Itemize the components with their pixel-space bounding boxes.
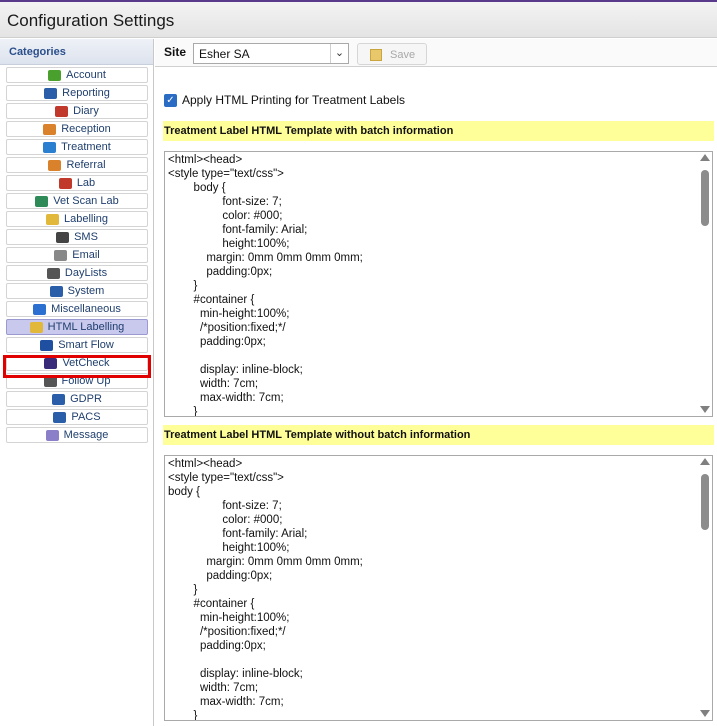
sidebar-item-account[interactable]: Account	[6, 67, 148, 83]
sidebar-item-label: Email	[72, 249, 100, 261]
window-title: Configuration Settings	[7, 11, 175, 30]
scrollbar-thumb[interactable]	[701, 170, 709, 226]
with-batch-header: Treatment Label HTML Template with batch…	[163, 121, 714, 141]
sidebar-item-label: Reporting	[62, 87, 110, 99]
sidebar-item-message[interactable]: Message	[6, 427, 148, 443]
diary-icon	[55, 105, 69, 117]
with-batch-template-text[interactable]: <html><head> <style type="text/css"> bod…	[168, 153, 363, 416]
sidebar-item-label: Vet Scan Lab	[53, 195, 119, 207]
sidebar-item-label: Message	[63, 429, 109, 441]
without-batch-scrollbar[interactable]	[698, 456, 712, 720]
sidebar-item-treatment[interactable]: Treatment	[6, 139, 148, 155]
sidebar-item-label: Labelling	[63, 213, 109, 225]
site-select-value: Esher SA	[199, 47, 250, 61]
scroll-up-icon[interactable]	[700, 154, 710, 161]
reception-icon	[43, 123, 57, 135]
email-icon	[54, 249, 68, 261]
sidebar-item-vet-scan-lab[interactable]: Vet Scan Lab	[6, 193, 148, 209]
sidebar-item-labelling[interactable]: Labelling	[6, 211, 148, 227]
floppy-disk-icon	[370, 49, 382, 61]
sidebar-item-lab[interactable]: Lab	[6, 175, 148, 191]
smart-flow-icon	[40, 339, 54, 351]
sidebar-item-referral[interactable]: Referral	[6, 157, 148, 173]
sidebar-item-miscellaneous[interactable]: Miscellaneous	[6, 301, 148, 317]
selection-highlight	[3, 355, 151, 378]
site-label: Site	[164, 45, 187, 59]
apply-html-printing-label: Apply HTML Printing for Treatment Labels	[182, 93, 405, 107]
info-icon	[33, 303, 47, 315]
without-batch-header: Treatment Label HTML Template without ba…	[163, 425, 714, 445]
categories-sidebar: Categories Account Reporting Diary Receptio…	[0, 39, 154, 726]
sidebar-item-label: Smart Flow	[58, 339, 114, 351]
sidebar-item-label: GDPR	[70, 393, 102, 405]
without-batch-template-text[interactable]: <html><head> <style type="text/css"> bod…	[168, 457, 363, 720]
scroll-down-icon[interactable]	[700, 710, 710, 717]
apply-html-printing-row: ✓ Apply HTML Printing for Treatment Labe…	[164, 92, 405, 108]
sidebar-item-label: System	[67, 285, 105, 297]
sidebar-item-label: Lab	[76, 177, 96, 189]
referral-icon	[48, 159, 62, 171]
sidebar-item-email[interactable]: Email	[6, 247, 148, 263]
sidebar-item-label: Diary	[73, 105, 99, 117]
vet-scan-lab-icon	[35, 195, 49, 207]
sidebar-item-label: Reception	[61, 123, 111, 135]
reporting-icon	[44, 87, 58, 99]
apply-html-printing-checkbox[interactable]: ✓	[164, 93, 177, 107]
sidebar-item-label: Miscellaneous	[51, 303, 121, 315]
sidebar-item-gdpr[interactable]: GDPR	[6, 391, 148, 407]
with-batch-scrollbar[interactable]	[698, 152, 712, 416]
settings-panel: Site Esher SA ⌄ Save ✓ Apply HTML Printi…	[155, 39, 717, 726]
sidebar-item-label: SMS	[74, 231, 98, 243]
gdpr-icon	[52, 393, 66, 405]
title-bar: Configuration Settings	[0, 2, 717, 38]
sidebar-item-label: Referral	[66, 159, 106, 171]
sidebar-item-label: Treatment	[61, 141, 111, 153]
sidebar-item-system[interactable]: System	[6, 283, 148, 299]
site-select[interactable]: Esher SA ⌄	[193, 43, 349, 64]
save-button[interactable]: Save	[357, 43, 427, 65]
sidebar-item-pacs[interactable]: PACS	[6, 409, 148, 425]
sidebar-item-reception[interactable]: Reception	[6, 121, 148, 137]
system-icon	[49, 285, 63, 297]
with-batch-template-editor[interactable]: <html><head> <style type="text/css"> bod…	[164, 151, 713, 417]
account-icon	[48, 69, 62, 81]
pacs-icon	[53, 411, 67, 423]
sidebar-item-sms[interactable]: SMS	[6, 229, 148, 245]
lab-icon	[58, 177, 72, 189]
labelling-icon	[45, 213, 59, 225]
daylists-icon	[46, 267, 60, 279]
sidebar-item-daylists[interactable]: DayLists	[6, 265, 148, 281]
scroll-up-icon[interactable]	[700, 458, 710, 465]
treatment-icon	[43, 141, 57, 153]
sidebar-item-diary[interactable]: Diary	[6, 103, 148, 119]
site-toolbar: Site Esher SA ⌄ Save	[155, 39, 717, 67]
chevron-down-icon[interactable]: ⌄	[330, 44, 348, 63]
categories-list: Account Reporting Diary Reception Treatment R…	[6, 67, 148, 445]
sidebar-item-html-labelling[interactable]: HTML Labelling	[6, 319, 148, 335]
labelling-icon	[29, 321, 43, 333]
without-batch-template-editor[interactable]: <html><head> <style type="text/css"> bod…	[164, 455, 713, 721]
sidebar-item-label: PACS	[71, 411, 101, 423]
sidebar-item-label: HTML Labelling	[47, 321, 125, 333]
sidebar-item-label: DayLists	[64, 267, 108, 279]
sidebar-item-smart-flow[interactable]: Smart Flow	[6, 337, 148, 353]
save-button-label: Save	[390, 49, 416, 61]
sms-icon	[56, 231, 70, 243]
scrollbar-thumb[interactable]	[701, 474, 709, 530]
scroll-down-icon[interactable]	[700, 406, 710, 413]
sidebar-item-reporting[interactable]: Reporting	[6, 85, 148, 101]
categories-header: Categories	[0, 39, 153, 65]
message-icon	[45, 429, 59, 441]
sidebar-item-label: Account	[66, 69, 106, 81]
